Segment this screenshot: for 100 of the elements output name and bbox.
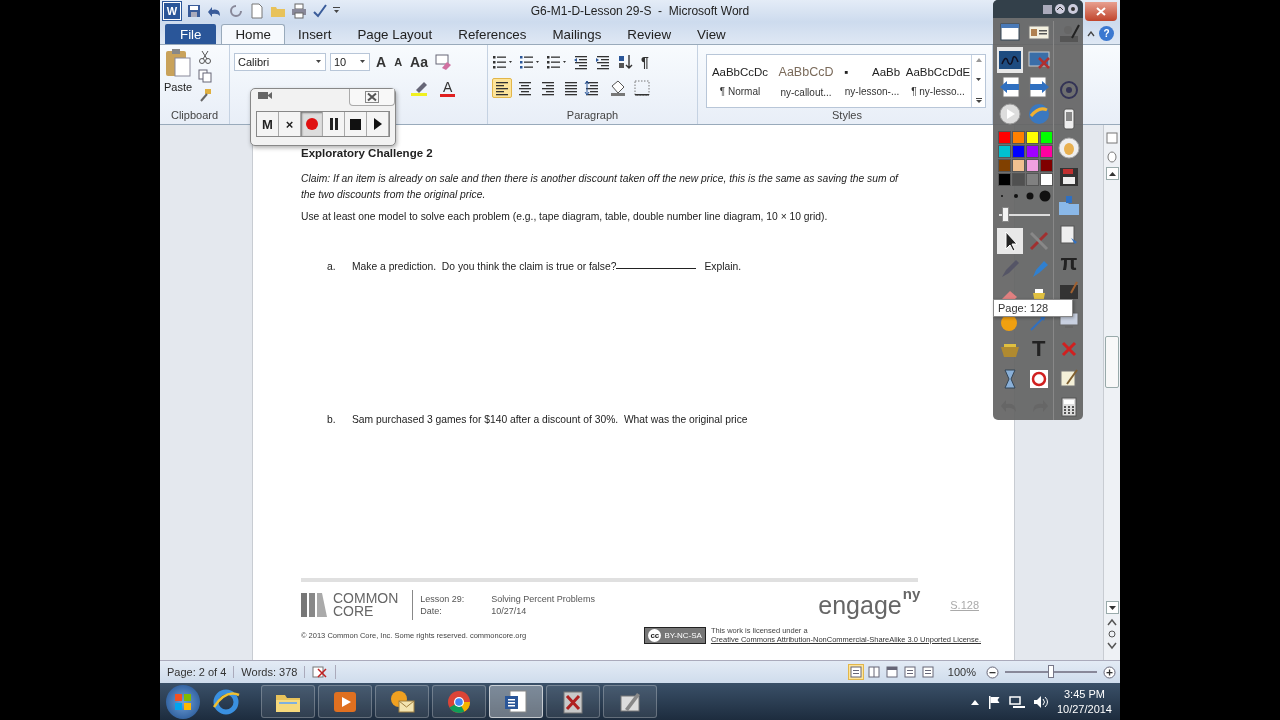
globe-icon[interactable] bbox=[1026, 102, 1051, 126]
taskbar-button[interactable] bbox=[375, 685, 429, 718]
change-case-button[interactable]: Aa bbox=[408, 53, 430, 71]
color-swatch[interactable] bbox=[1026, 173, 1039, 186]
font-color-button[interactable]: A bbox=[440, 79, 456, 97]
help-button[interactable]: ? bbox=[1099, 26, 1114, 41]
scissors-icon[interactable] bbox=[198, 50, 213, 64]
zoom-in-icon[interactable] bbox=[1103, 665, 1116, 679]
view-button[interactable] bbox=[847, 664, 864, 680]
color-swatch[interactable] bbox=[998, 131, 1011, 144]
increase-indent-icon[interactable] bbox=[595, 54, 611, 70]
scroll-up-button[interactable] bbox=[1105, 167, 1119, 180]
color-swatch[interactable] bbox=[1012, 145, 1025, 158]
pen-width-thumb[interactable] bbox=[1001, 207, 1009, 222]
previous-page-icon[interactable] bbox=[1107, 618, 1117, 626]
view-button[interactable] bbox=[865, 664, 882, 680]
style-option[interactable]: AaBbCcDdE ¶ ny-lesso... bbox=[905, 55, 971, 107]
target-icon[interactable] bbox=[1057, 78, 1081, 102]
ribbon-tab[interactable]: View bbox=[684, 24, 739, 44]
ribbon-tab[interactable]: References bbox=[445, 24, 540, 44]
color-swatch[interactable] bbox=[1040, 131, 1053, 144]
color-swatch[interactable] bbox=[998, 145, 1011, 158]
scroll-down-button[interactable] bbox=[1105, 601, 1119, 614]
scroll-up-icon[interactable] bbox=[975, 58, 982, 62]
eraser-icon[interactable] bbox=[434, 54, 452, 70]
flag-icon[interactable] bbox=[986, 694, 1001, 709]
pin-icon[interactable] bbox=[1068, 4, 1078, 14]
close-button[interactable] bbox=[349, 89, 395, 106]
collapse-icon[interactable] bbox=[1087, 30, 1095, 37]
taskbar-button[interactable] bbox=[432, 685, 486, 718]
color-swatch[interactable] bbox=[998, 159, 1011, 172]
bullets-icon[interactable] bbox=[492, 54, 513, 70]
view-button[interactable] bbox=[919, 664, 936, 680]
taskbar-button[interactable] bbox=[489, 685, 543, 718]
taskbar-button[interactable] bbox=[261, 685, 315, 718]
caret-icon[interactable] bbox=[333, 7, 341, 15]
signature-icon[interactable] bbox=[998, 48, 1023, 72]
color-swatch[interactable] bbox=[1026, 131, 1039, 144]
grow-font-button[interactable]: A bbox=[374, 53, 389, 71]
ribbon-tab[interactable]: Home bbox=[221, 24, 286, 44]
ribbon-tab[interactable]: Mailings bbox=[539, 24, 615, 44]
color-swatch[interactable] bbox=[1012, 173, 1025, 186]
clock[interactable]: 3:45 PM 10/27/2014 bbox=[1056, 686, 1112, 717]
brush-icon[interactable] bbox=[198, 88, 213, 102]
scroll-down-icon[interactable] bbox=[975, 78, 982, 82]
taskbar-button[interactable] bbox=[546, 685, 600, 718]
style-option[interactable]: ▪ AaBb ny-lesson-... bbox=[839, 55, 905, 107]
browse-object-icon[interactable] bbox=[1108, 630, 1116, 638]
color-swatch[interactable] bbox=[1012, 131, 1025, 144]
printer-icon[interactable] bbox=[291, 3, 307, 19]
word-count[interactable]: Words: 378 bbox=[234, 666, 306, 678]
zoom-slider-thumb[interactable] bbox=[1048, 665, 1054, 678]
proofing-icon[interactable] bbox=[312, 665, 329, 679]
taskbar-button[interactable] bbox=[318, 685, 372, 718]
play-icon[interactable] bbox=[998, 102, 1023, 126]
page-count[interactable]: Page: 2 of 4 bbox=[160, 666, 235, 678]
document-icon[interactable] bbox=[249, 3, 265, 19]
network-icon[interactable] bbox=[1008, 694, 1025, 709]
spelling-icon[interactable] bbox=[312, 3, 328, 19]
sort-icon[interactable] bbox=[617, 54, 633, 70]
shrink-font-button[interactable]: A bbox=[392, 53, 405, 71]
copy-icon[interactable] bbox=[198, 69, 213, 83]
borders-icon[interactable] bbox=[634, 80, 652, 96]
zoom-level[interactable]: 100% bbox=[947, 666, 976, 678]
color-swatch[interactable] bbox=[1012, 159, 1025, 172]
scroll-thumb[interactable] bbox=[1105, 336, 1119, 388]
multilevel-list-icon[interactable] bbox=[546, 54, 567, 70]
minimize-icon[interactable] bbox=[1055, 4, 1065, 14]
show-hidden-icon[interactable] bbox=[970, 698, 979, 705]
numbering-icon[interactable] bbox=[519, 54, 540, 70]
app-icon[interactable]: W bbox=[163, 2, 181, 20]
font-size-field[interactable]: 10 bbox=[330, 53, 370, 71]
style-option[interactable]: AaBbCcD ny-callout... bbox=[773, 55, 839, 107]
next-page-icon[interactable] bbox=[1107, 642, 1117, 650]
color-swatch[interactable] bbox=[1040, 159, 1053, 172]
more-icon[interactable] bbox=[975, 98, 982, 104]
taskbar-button[interactable] bbox=[603, 685, 657, 718]
ribbon-tab[interactable]: Insert bbox=[285, 24, 345, 44]
start-button[interactable] bbox=[166, 684, 200, 719]
style-option[interactable]: AaBbCcDc ¶ Normal bbox=[707, 55, 773, 107]
color-swatch[interactable] bbox=[1040, 145, 1053, 158]
ribbon-tab[interactable]: File bbox=[165, 24, 217, 44]
font-family-field[interactable]: Calibri bbox=[234, 53, 326, 71]
decrease-indent-icon[interactable] bbox=[573, 54, 589, 70]
view-button[interactable] bbox=[883, 664, 900, 680]
redo-icon[interactable] bbox=[228, 3, 244, 19]
menu-icon[interactable] bbox=[1043, 4, 1052, 14]
color-swatch[interactable] bbox=[1026, 145, 1039, 158]
color-swatch[interactable] bbox=[1026, 159, 1039, 172]
show-marks-button[interactable]: ¶ bbox=[639, 53, 651, 71]
ribbon-tab[interactable]: Review bbox=[614, 24, 684, 44]
ribbon-tab[interactable]: Page Layout bbox=[344, 24, 446, 44]
zoom-out-icon[interactable] bbox=[986, 665, 999, 679]
paste-button[interactable]: Paste bbox=[164, 48, 193, 109]
close-button[interactable] bbox=[1085, 1, 1117, 21]
color-swatch[interactable] bbox=[998, 173, 1011, 186]
speaker-icon[interactable] bbox=[1032, 694, 1049, 709]
save-icon[interactable] bbox=[186, 3, 202, 19]
color-swatch[interactable] bbox=[1040, 173, 1053, 186]
view-button[interactable] bbox=[901, 664, 918, 680]
